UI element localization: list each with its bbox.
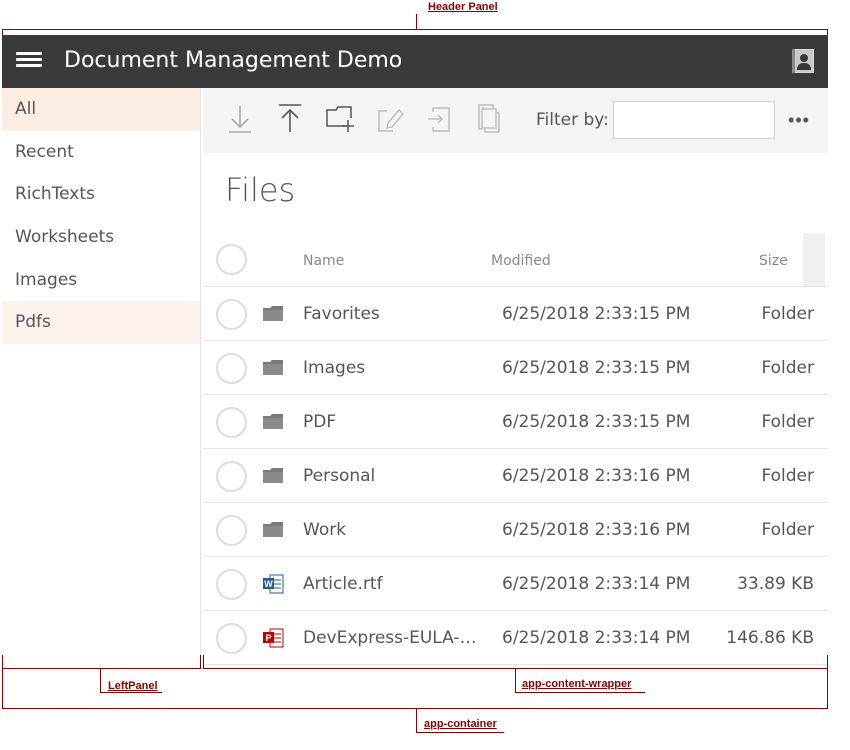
sidebar-item-worksheets[interactable]: Worksheets	[2, 216, 200, 259]
sidebar-item-richtexts[interactable]: RichTexts	[2, 173, 200, 216]
cell-modified: 6/25/2018 2:33:16 PM	[502, 520, 691, 540]
annotation-line	[416, 732, 504, 733]
sidebar-item-all[interactable]: All	[2, 88, 200, 131]
pdf-document-icon: P	[262, 628, 284, 648]
cell-size: Folder	[761, 358, 814, 378]
row-checkbox[interactable]	[216, 353, 247, 384]
cell-modified: 6/25/2018 2:33:15 PM	[502, 358, 691, 378]
annotation-line	[100, 669, 101, 693]
folder-icon	[262, 466, 284, 486]
cell-name: Favorites	[303, 304, 380, 324]
header-panel: Document Management Demo	[2, 35, 828, 88]
svg-text:P: P	[265, 633, 271, 643]
cell-size: Folder	[761, 520, 814, 540]
cell-size: Folder	[761, 304, 814, 324]
toolbar: Filter by: •••	[203, 88, 828, 153]
left-panel: All Recent RichTexts Worksheets Images Pdfs	[2, 88, 201, 668]
new-folder-icon[interactable]	[325, 102, 355, 136]
row-checkbox[interactable]	[216, 407, 247, 438]
row-checkbox[interactable]	[216, 569, 247, 600]
annotation-header-panel: Header Panel	[428, 1, 498, 13]
cell-size: Folder	[761, 466, 814, 486]
table-row[interactable]: Personal 6/25/2018 2:33:16 PM Folder	[203, 449, 828, 503]
folder-icon	[262, 412, 284, 432]
user-account-icon[interactable]	[792, 49, 814, 73]
column-header-name[interactable]: Name	[303, 253, 344, 269]
table-row[interactable]: Images 6/25/2018 2:33:15 PM Folder	[203, 341, 828, 395]
file-grid: Name Modified Size Favorites 6/25/2018 2:…	[203, 233, 828, 665]
annotation-content-wrapper: app-content-wrapper	[522, 678, 632, 690]
annotation-line	[416, 709, 417, 733]
column-header-size[interactable]: Size	[759, 253, 788, 269]
cell-name: DevExpress-EULA-N...	[303, 628, 478, 648]
select-all-checkbox[interactable]	[216, 244, 247, 275]
cell-name: PDF	[303, 412, 337, 432]
cell-size: 146.86 KB	[726, 628, 814, 648]
annotation-line	[100, 692, 162, 693]
annotation-line	[203, 655, 204, 669]
table-row[interactable]: Work 6/25/2018 2:33:16 PM Folder	[203, 503, 828, 557]
annotation-line	[2, 708, 828, 709]
annotation-line	[200, 655, 201, 669]
cell-modified: 6/25/2018 2:33:16 PM	[502, 466, 691, 486]
cell-name: Personal	[303, 466, 376, 486]
rename-icon[interactable]	[375, 102, 405, 136]
cell-modified: 6/25/2018 2:33:15 PM	[502, 412, 691, 432]
sidebar-item-images[interactable]: Images	[2, 258, 200, 301]
annotation-line	[416, 14, 417, 29]
cell-modified: 6/25/2018 2:33:14 PM	[502, 574, 691, 594]
table-row[interactable]: PDF 6/25/2018 2:33:15 PM Folder	[203, 395, 828, 449]
annotation-line	[2, 668, 201, 669]
row-checkbox[interactable]	[216, 515, 247, 546]
app-title: Document Management Demo	[64, 48, 403, 73]
cell-name: Images	[303, 358, 366, 378]
annotation-line	[827, 655, 828, 709]
table-row[interactable]: W Article.rtf 6/25/2018 2:33:14 PM 33.89 KB	[203, 557, 828, 611]
cell-modified: 6/25/2018 2:33:14 PM	[502, 628, 691, 648]
cell-name: Work	[303, 520, 347, 540]
folder-icon	[262, 304, 284, 324]
sidebar-item-recent[interactable]: Recent	[2, 131, 200, 174]
scrollbar[interactable]	[803, 233, 825, 286]
page-title: Files	[225, 171, 296, 209]
upload-icon[interactable]	[275, 102, 305, 136]
app-content: Filter by: ••• Files Name Modified Size …	[203, 88, 828, 668]
row-checkbox[interactable]	[216, 299, 247, 330]
grid-body: Favorites 6/25/2018 2:33:15 PM Folder Image…	[203, 287, 828, 665]
column-header-modified[interactable]: Modified	[491, 253, 551, 269]
folder-icon	[262, 520, 284, 540]
word-document-icon: W	[262, 574, 284, 594]
cell-modified: 6/25/2018 2:33:15 PM	[502, 304, 691, 324]
row-checkbox[interactable]	[216, 461, 247, 492]
more-options-icon[interactable]: •••	[787, 110, 811, 130]
table-row[interactable]: Favorites 6/25/2018 2:33:15 PM Folder	[203, 287, 828, 341]
annotation-line	[515, 692, 645, 693]
folder-icon	[262, 358, 284, 378]
copy-icon[interactable]	[475, 102, 505, 136]
annotation-container: app-container	[424, 718, 497, 730]
move-to-icon[interactable]	[425, 102, 455, 136]
filter-input[interactable]	[613, 101, 775, 139]
cell-size: Folder	[761, 412, 814, 432]
sidebar-item-pdfs[interactable]: Pdfs	[2, 300, 200, 344]
annotation-line	[2, 29, 828, 30]
filter-label: Filter by:	[536, 110, 609, 130]
grid-header: Name Modified Size	[203, 233, 828, 287]
hamburger-menu-icon[interactable]	[16, 52, 42, 72]
annotation-line	[515, 669, 516, 693]
annotation-left-panel: LeftPanel	[108, 680, 158, 692]
annotation-line	[2, 669, 3, 709]
annotation-line	[2, 655, 3, 669]
download-icon[interactable]	[225, 102, 255, 136]
svg-text:W: W	[264, 579, 273, 589]
cell-name: Article.rtf	[303, 574, 383, 594]
table-row[interactable]: P DevExpress-EULA-N... 6/25/2018 2:33:14 P…	[203, 611, 828, 665]
row-checkbox[interactable]	[216, 623, 247, 654]
cell-size: 33.89 KB	[737, 574, 814, 594]
